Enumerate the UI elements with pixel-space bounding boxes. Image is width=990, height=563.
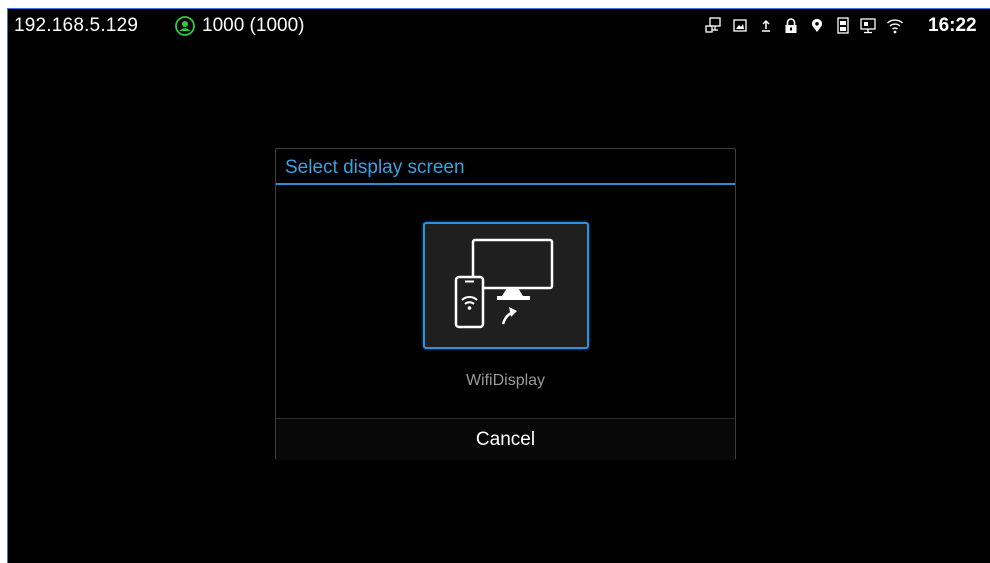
ip-address: 192.168.5.129 [14,15,139,36]
sim-card-icon [835,17,851,35]
location-icon [809,17,825,35]
lock-icon [783,17,799,35]
network-icon [705,17,721,35]
account-label: 1000 (1000) [202,15,305,36]
status-bar: 192.168.5.129 1000 (1000) 16:22 [8,9,990,45]
dialog-title: Select display screen [285,157,465,178]
wifi-display-icon [454,238,554,329]
account-status-icon [175,16,195,36]
cancel-button[interactable]: Cancel [276,419,735,460]
device-screen: 192.168.5.129 1000 (1000) 16:22 Select d… [7,8,990,563]
clock: 16:22 [928,15,977,36]
monitor-icon [860,17,876,35]
wifi-icon [886,17,903,35]
title-divider [276,183,735,185]
wifi-display-label: WifiDisplay [465,372,546,389]
upload-icon [758,17,774,35]
image-icon [732,17,748,35]
select-display-dialog: Select display screen WifiDisplay Cancel [275,148,736,460]
wifi-display-option[interactable] [423,222,589,349]
